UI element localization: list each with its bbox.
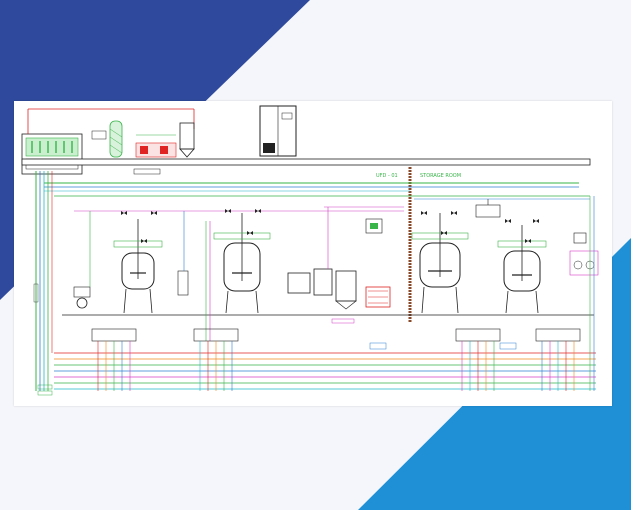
reactor-tank-icon xyxy=(213,213,271,314)
pump-icon xyxy=(73,286,91,309)
silo-icon xyxy=(179,122,195,158)
valve-icon xyxy=(505,219,511,223)
storage-tank-icon xyxy=(411,213,469,314)
valve-icon xyxy=(225,209,231,213)
reactor-tank-icon xyxy=(113,219,163,314)
valve-icon xyxy=(525,239,531,243)
control-panel-left xyxy=(21,133,83,175)
valve-icon xyxy=(533,219,539,223)
piping-diagram: UFD - 01 STORAGE ROOM xyxy=(21,105,599,396)
storage-tank-icon xyxy=(335,270,357,310)
valve-icon xyxy=(91,328,581,342)
pipe-risers xyxy=(97,341,575,391)
valve-icon xyxy=(247,231,253,235)
valve-icon xyxy=(255,209,261,213)
column-icon xyxy=(109,120,123,158)
area-label-ufd: UFD - 01 xyxy=(376,173,398,179)
area-label-storage-room: STORAGE ROOM xyxy=(420,173,461,179)
storage-tank-icon xyxy=(497,225,547,314)
valve-icon xyxy=(151,211,157,215)
valve-icon xyxy=(141,239,147,243)
control-cabinet-icon xyxy=(259,105,297,157)
valve-icon xyxy=(421,211,427,215)
process-drawing: UFD - 01 STORAGE ROOM xyxy=(14,101,612,406)
valve-icon xyxy=(121,211,127,215)
valve-icon xyxy=(451,211,457,215)
valve-icon xyxy=(441,231,447,235)
